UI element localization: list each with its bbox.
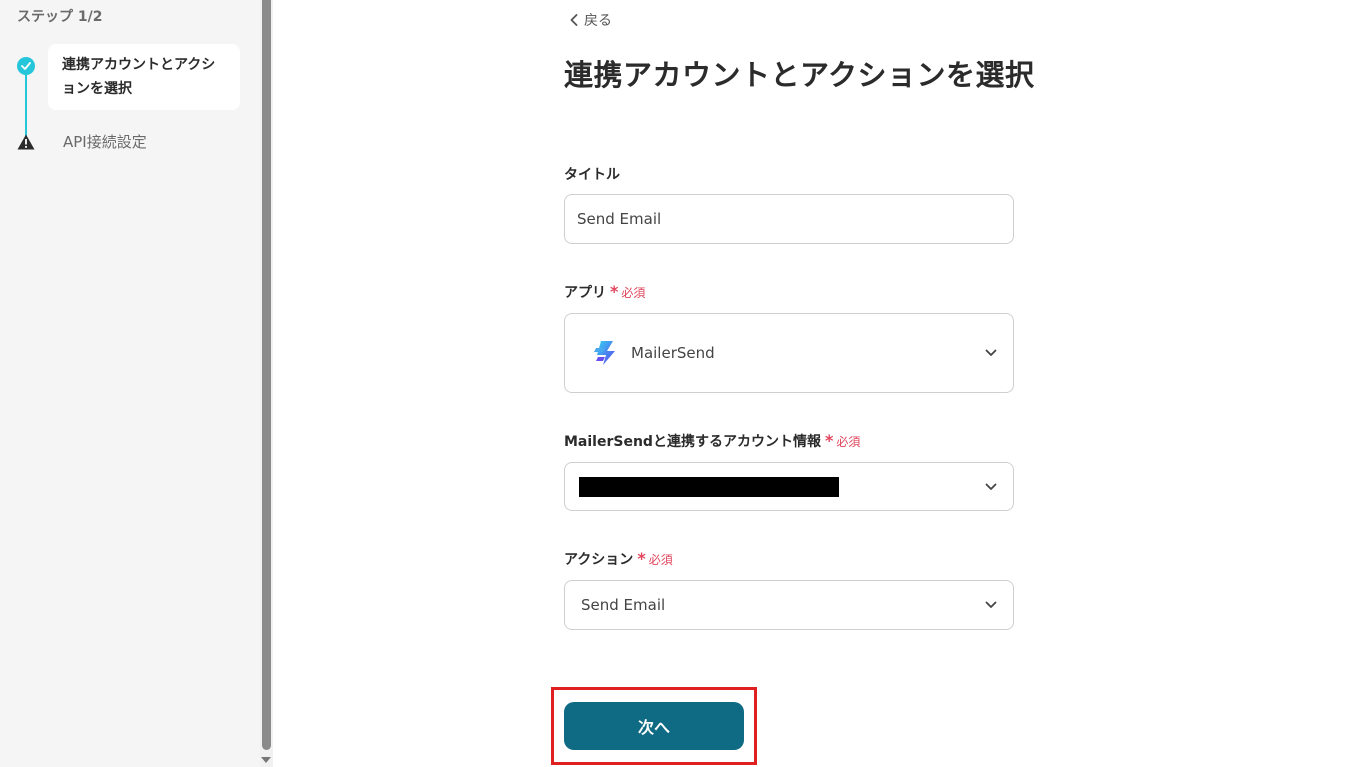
- chevron-down-icon: [985, 349, 997, 356]
- next-button[interactable]: 次へ: [564, 702, 744, 750]
- sidebar-step-api-settings[interactable]: API接続設定: [63, 131, 147, 152]
- title-input-value: Send Email: [577, 210, 662, 228]
- back-label: 戻る: [584, 13, 612, 29]
- scroll-down-arrow-icon[interactable]: [261, 757, 271, 763]
- sidebar: ステップ 1/2 連携アカウントとアクションを選択 API接続設定: [0, 0, 260, 767]
- required-badge: * 必須: [824, 431, 861, 450]
- action-select-value: Send Email: [581, 596, 666, 614]
- action-field-label: アクション * 必須: [564, 549, 673, 569]
- account-select[interactable]: [564, 462, 1014, 511]
- check-circle-icon: [17, 57, 35, 75]
- title-input[interactable]: Send Email: [564, 194, 1014, 244]
- app-select[interactable]: MailerSend: [564, 313, 1014, 393]
- sidebar-scrollbar-thumb[interactable]: [262, 0, 271, 750]
- page-title: 連携アカウントとアクションを選択: [564, 58, 1035, 92]
- sidebar-step-select-account[interactable]: 連携アカウントとアクションを選択: [48, 44, 240, 110]
- account-field-label: MailerSendと連携するアカウント情報 * 必須: [564, 431, 861, 451]
- chevron-down-icon: [985, 483, 997, 490]
- step-connector-line: [25, 66, 27, 142]
- action-select[interactable]: Send Email: [564, 580, 1014, 630]
- app-select-value: MailerSend: [631, 344, 715, 362]
- title-field-label: タイトル: [564, 167, 620, 183]
- back-link[interactable]: 戻る: [570, 10, 612, 30]
- app-field-label: アプリ * 必須: [564, 282, 646, 302]
- chevron-left-icon: [570, 14, 578, 26]
- chevron-down-icon: [985, 601, 997, 608]
- required-badge: * 必須: [610, 282, 646, 301]
- step-counter: ステップ 1/2: [17, 9, 103, 25]
- mailersend-logo-icon: [594, 341, 615, 365]
- warning-icon: [17, 134, 35, 150]
- redacted-account-value: [579, 476, 839, 497]
- required-badge: * 必須: [637, 549, 673, 568]
